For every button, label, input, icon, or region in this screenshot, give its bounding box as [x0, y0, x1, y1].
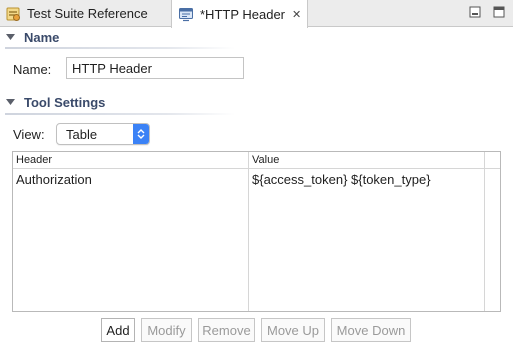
move-up-button[interactable]: Move Up — [261, 318, 325, 342]
select-arrows-icon — [133, 124, 149, 144]
move-down-button[interactable]: Move Down — [331, 318, 411, 342]
tab-label: *HTTP Header — [200, 6, 286, 22]
view-label: View: — [13, 127, 45, 142]
table-cell-header: Authorization — [16, 172, 92, 187]
remove-button[interactable]: Remove — [198, 318, 255, 342]
maximize-icon[interactable] — [493, 6, 505, 18]
tab-test-suite-reference[interactable]: Test Suite Reference — [0, 0, 170, 27]
tool-settings-section-header[interactable]: Tool Settings — [6, 94, 105, 110]
collapse-triangle-icon[interactable] — [6, 33, 15, 42]
section-title: Name — [24, 29, 60, 45]
name-field[interactable] — [66, 57, 244, 79]
name-label: Name: — [13, 62, 52, 77]
column-header-value[interactable]: Value — [252, 154, 279, 166]
column-divider — [484, 152, 485, 311]
column-divider — [248, 152, 249, 311]
column-header-header[interactable]: Header — [16, 154, 52, 166]
editor-tab-bar: Test Suite Reference *HTTP Header ✕ — [0, 0, 513, 28]
test-suite-icon — [6, 7, 20, 21]
table-cell-value: ${access_token} ${token_type} — [252, 172, 431, 187]
collapse-triangle-icon[interactable] — [6, 98, 15, 107]
name-section-header[interactable]: Name — [6, 29, 59, 45]
window-controls — [469, 6, 505, 18]
close-icon[interactable]: ✕ — [292, 8, 301, 21]
tab-http-header[interactable]: *HTTP Header ✕ — [171, 0, 308, 28]
table-header-row: Header Value — [13, 152, 500, 169]
tab-label: Test Suite Reference — [27, 6, 148, 21]
modify-button[interactable]: Modify — [141, 318, 192, 342]
minimize-icon[interactable] — [469, 6, 481, 18]
section-divider — [5, 113, 235, 115]
add-button[interactable]: Add — [101, 318, 135, 342]
section-divider — [5, 47, 235, 49]
view-select-value: Table — [66, 126, 98, 142]
http-header-icon — [179, 8, 193, 22]
view-select[interactable]: Table — [56, 123, 150, 145]
headers-table[interactable]: Header Value Authorization ${access_toke… — [12, 151, 501, 312]
section-title: Tool Settings — [24, 94, 106, 110]
